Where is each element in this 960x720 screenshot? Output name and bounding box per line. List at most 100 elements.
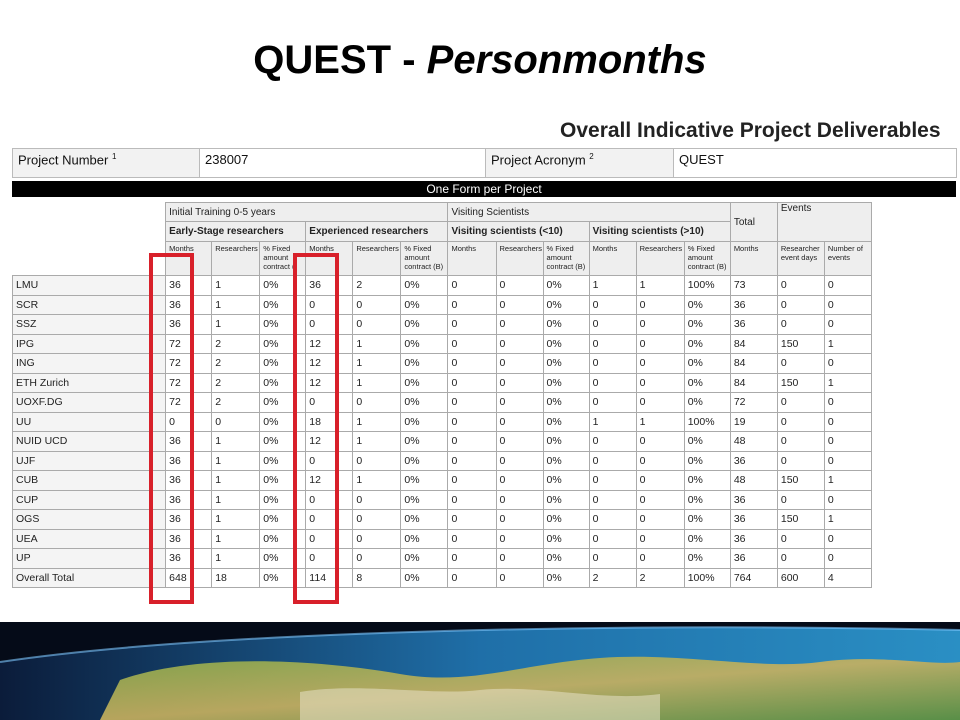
table-cell[interactable]: 0% [259, 353, 307, 374]
table-cell[interactable]: 0 [447, 548, 497, 569]
table-cell[interactable]: 0 [776, 353, 825, 374]
table-cell[interactable]: 18 [211, 567, 261, 588]
table-cell[interactable]: 0 [776, 431, 825, 452]
table-cell[interactable]: 0 [447, 509, 497, 530]
table-cell[interactable]: 0% [259, 567, 307, 588]
table-cell[interactable]: 0 [635, 353, 685, 374]
table-cell[interactable]: 0 [447, 353, 497, 374]
table-cell[interactable]: 0% [259, 314, 307, 335]
table-cell[interactable]: 0% [542, 470, 590, 491]
table-cell[interactable]: 0 [776, 294, 825, 315]
table-cell[interactable]: 0% [259, 294, 307, 315]
table-cell[interactable]: 100% [683, 567, 731, 588]
table-cell[interactable]: 1 [211, 431, 261, 452]
table-cell[interactable]: 0 [635, 470, 685, 491]
table-cell[interactable]: 0 [211, 411, 261, 432]
table-cell[interactable]: 0 [588, 353, 637, 374]
table-cell[interactable]: 0 [495, 509, 544, 530]
table-cell[interactable]: 0 [447, 392, 497, 413]
table-cell[interactable]: 0% [683, 489, 731, 510]
table-cell[interactable]: 0 [352, 509, 402, 530]
table-cell[interactable]: 0 [635, 450, 685, 471]
table-cell[interactable]: 0 [352, 294, 402, 315]
table-cell[interactable]: 0% [542, 333, 590, 354]
table-cell[interactable]: 0 [495, 314, 544, 335]
table-cell[interactable]: 0% [400, 528, 449, 549]
table-cell[interactable]: 0 [495, 275, 544, 296]
table-cell[interactable]: 0% [683, 294, 731, 315]
table-cell[interactable]: 0 [495, 353, 544, 374]
table-cell[interactable]: 36 [165, 314, 213, 335]
table-cell[interactable]: 0% [542, 275, 590, 296]
table-cell[interactable]: 0% [683, 392, 731, 413]
table-cell[interactable]: 1 [211, 314, 261, 335]
table-cell[interactable]: 1 [823, 509, 873, 530]
table-cell[interactable]: 0 [776, 528, 825, 549]
table-cell[interactable]: 0 [447, 372, 497, 393]
table-cell[interactable]: 0 [588, 314, 637, 335]
table-cell[interactable]: 0 [305, 314, 354, 335]
table-cell[interactable]: 36 [729, 450, 778, 471]
table-cell[interactable]: 0% [259, 528, 307, 549]
table-cell[interactable]: 0 [635, 333, 685, 354]
table-cell[interactable]: 0% [542, 392, 590, 413]
table-cell[interactable]: 1 [352, 353, 402, 374]
table-cell[interactable]: 0 [776, 450, 825, 471]
table-cell[interactable]: 150 [776, 509, 825, 530]
table-cell[interactable]: 0 [588, 528, 637, 549]
table-cell[interactable]: 0 [635, 489, 685, 510]
table-cell[interactable]: 0 [588, 392, 637, 413]
table-cell[interactable]: 1 [211, 509, 261, 530]
table-cell[interactable]: 2 [588, 567, 637, 588]
table-cell[interactable]: 0% [259, 333, 307, 354]
table-cell[interactable]: 0 [447, 431, 497, 452]
table-cell[interactable]: 0% [683, 509, 731, 530]
table-cell[interactable]: 36 [729, 489, 778, 510]
table-cell[interactable]: 0 [447, 567, 497, 588]
table-cell[interactable]: 0 [495, 411, 544, 432]
table-cell[interactable]: 0 [352, 392, 402, 413]
table-cell[interactable]: 0% [542, 353, 590, 374]
table-cell[interactable]: 18 [305, 411, 354, 432]
table-cell[interactable]: 48 [729, 470, 778, 491]
table-cell[interactable]: 0 [447, 411, 497, 432]
table-cell[interactable]: 0 [588, 372, 637, 393]
table-cell[interactable]: 0 [635, 509, 685, 530]
table-cell[interactable]: 4 [823, 567, 873, 588]
table-cell[interactable]: 0% [400, 275, 449, 296]
table-cell[interactable]: 84 [729, 333, 778, 354]
table-cell[interactable]: 36 [165, 528, 213, 549]
table-cell[interactable]: 1 [588, 275, 637, 296]
table-cell[interactable]: 0% [400, 431, 449, 452]
table-cell[interactable]: 0 [823, 314, 873, 335]
table-cell[interactable]: 36 [165, 431, 213, 452]
table-cell[interactable]: 150 [776, 333, 825, 354]
table-cell[interactable]: 36 [305, 275, 354, 296]
table-cell[interactable]: 0 [635, 548, 685, 569]
table-cell[interactable]: 36 [165, 470, 213, 491]
table-cell[interactable]: 100% [683, 275, 731, 296]
table-cell[interactable]: 0% [259, 431, 307, 452]
table-cell[interactable]: 0 [776, 489, 825, 510]
table-cell[interactable]: 84 [729, 353, 778, 374]
table-cell[interactable]: 0 [305, 509, 354, 530]
table-cell[interactable]: 1 [823, 372, 873, 393]
table-cell[interactable]: 1 [211, 548, 261, 569]
table-cell[interactable]: 0 [588, 450, 637, 471]
table-cell[interactable]: 0 [588, 470, 637, 491]
table-cell[interactable]: 0% [542, 411, 590, 432]
table-cell[interactable]: 2 [635, 567, 685, 588]
table-cell[interactable]: 0 [776, 275, 825, 296]
table-cell[interactable]: 0% [400, 353, 449, 374]
table-cell[interactable]: 72 [165, 372, 213, 393]
table-cell[interactable]: 0 [776, 548, 825, 569]
table-cell[interactable]: 0% [400, 450, 449, 471]
table-cell[interactable]: 0 [495, 528, 544, 549]
table-cell[interactable]: 0 [823, 431, 873, 452]
table-cell[interactable]: 2 [211, 392, 261, 413]
table-cell[interactable]: 0 [447, 489, 497, 510]
table-cell[interactable]: 2 [211, 353, 261, 374]
table-cell[interactable]: 0 [823, 528, 873, 549]
table-cell[interactable]: 0 [823, 450, 873, 471]
table-cell[interactable]: 1 [211, 275, 261, 296]
